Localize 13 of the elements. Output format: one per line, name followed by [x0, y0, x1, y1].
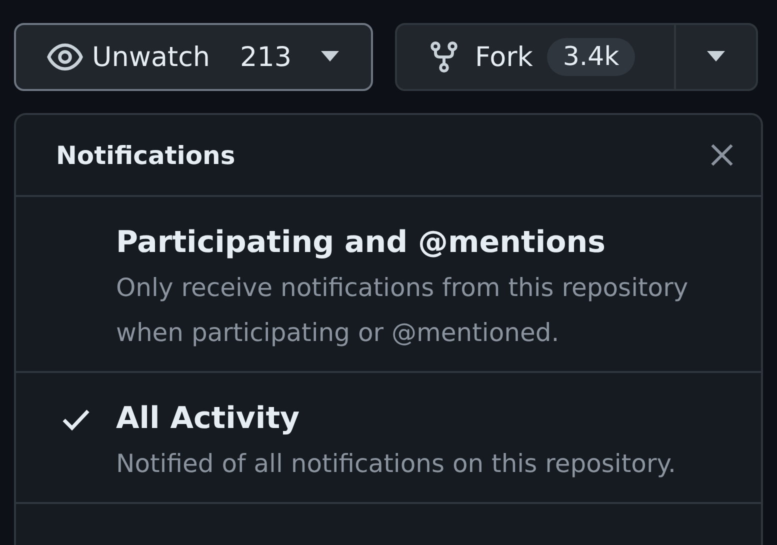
menu-title: Notifications — [56, 140, 236, 170]
fork-button[interactable]: Fork 3.4k — [397, 25, 676, 89]
menu-item[interactable]: All Activity Notified of all notifications on this repository. — [16, 373, 761, 504]
unwatch-button[interactable]: Unwatch 213 — [14, 23, 373, 91]
fork-count: 3.4k — [546, 38, 636, 76]
item-description: Notified of all notifications on this repository. — [116, 448, 677, 480]
item-title: Participating and @mentions — [116, 224, 606, 262]
caret-icon — [706, 51, 726, 63]
item-title: All Activity — [116, 400, 301, 438]
menu-item[interactable]: Participating and @mentions Only receive notifications from this repository when participating or @mentioned. — [16, 197, 761, 373]
caret-icon — [320, 51, 340, 63]
close-icon[interactable] — [709, 142, 735, 168]
item-description: Only receive notifications from this repository when participating or @mentioned. — [116, 272, 690, 349]
